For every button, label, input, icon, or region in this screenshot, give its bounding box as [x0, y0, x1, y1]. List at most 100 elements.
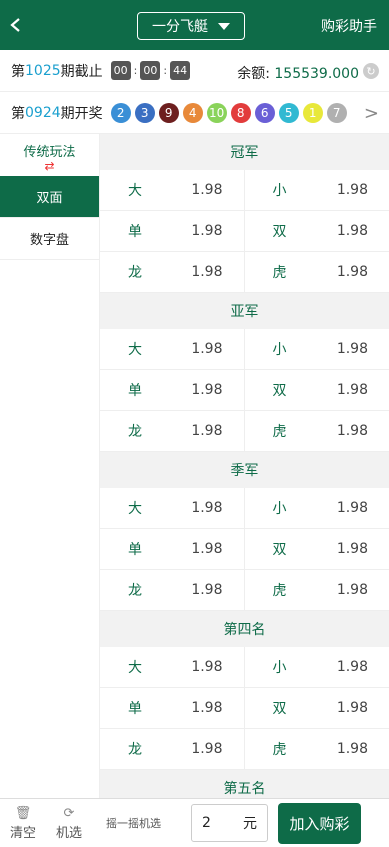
bet-option-name: 单: [128, 383, 142, 399]
bet-option-name: 小: [272, 342, 287, 358]
bet-option[interactable]: 双 1.98: [245, 688, 389, 728]
random-pick-button[interactable]: ⟳ 机选: [46, 806, 92, 841]
bet-option[interactable]: 虎 1.98: [245, 252, 389, 292]
bet-option[interactable]: 虎 1.98: [245, 729, 389, 769]
refresh-icon[interactable]: ↻: [363, 63, 379, 79]
betting-content: 传统玩法 ⇄ 双面 数字盘 冠军大 1.98 小 1.98 单 1.98 双 1.98 龙 1.9…: [0, 134, 389, 798]
bet-option-name: 双: [272, 224, 287, 240]
bet-option-odds: 1.98: [336, 659, 368, 675]
bet-option-name: 双: [272, 383, 287, 399]
sidebar-item-number-board[interactable]: 数字盘: [0, 218, 99, 260]
purchase-helper-link[interactable]: 购彩助手: [321, 16, 377, 36]
bet-option-name: 小: [272, 501, 287, 517]
shake-random-label[interactable]: 摇一摇机选: [106, 815, 191, 831]
bet-option[interactable]: 单 1.98: [100, 529, 245, 569]
bet-option[interactable]: 虎 1.98: [245, 570, 389, 610]
bet-option-odds: 1.98: [191, 223, 223, 239]
bet-option-odds: 1.98: [191, 264, 223, 280]
bet-option-odds: 1.98: [191, 500, 223, 516]
bet-option[interactable]: 大 1.98: [100, 329, 245, 369]
bet-option[interactable]: 大 1.98: [100, 647, 245, 687]
bet-option-odds: 1.98: [336, 423, 368, 439]
top-header: 一分飞艇 购彩助手: [0, 0, 389, 50]
section-title: 亚军: [100, 293, 389, 329]
bet-option-odds: 1.98: [191, 382, 223, 398]
bet-option[interactable]: 小 1.98: [245, 647, 389, 687]
bet-option-name: 单: [128, 224, 142, 240]
bet-option-odds: 1.98: [336, 264, 368, 280]
issue-bar: 第 1025 期截止 00 : 00 : 44 余额: 155539.000 ↻: [0, 50, 389, 92]
caret-down-icon: [218, 22, 230, 30]
balance-label: 余额:: [237, 66, 270, 82]
bet-option-name: 大: [128, 501, 142, 517]
bet-option[interactable]: 大 1.98: [100, 488, 245, 528]
bet-row: 大 1.98 小 1.98: [100, 329, 389, 370]
bet-option[interactable]: 龙 1.98: [100, 411, 245, 451]
bet-option-name: 大: [128, 660, 142, 676]
bet-option[interactable]: 龙 1.98: [100, 252, 245, 292]
bet-row: 单 1.98 双 1.98: [100, 211, 389, 252]
bet-option[interactable]: 双 1.98: [245, 370, 389, 410]
draw-ball: 4: [182, 102, 203, 123]
bet-option[interactable]: 小 1.98: [245, 329, 389, 369]
shuffle-icon: ⟳: [63, 805, 75, 821]
draw-prefix: 第: [11, 105, 25, 122]
bet-option[interactable]: 双 1.98: [245, 529, 389, 569]
balance: 余额: 155539.000: [237, 63, 359, 83]
bet-option[interactable]: 虎 1.98: [245, 411, 389, 451]
bet-option-name: 虎: [272, 742, 287, 758]
lottery-name: 一分飞艇: [152, 19, 208, 35]
amount-input[interactable]: 2 元: [191, 804, 268, 842]
bet-option-name: 小: [272, 183, 287, 199]
bet-option[interactable]: 单 1.98: [100, 688, 245, 728]
bet-row: 大 1.98 小 1.98: [100, 488, 389, 529]
last-draw-bar[interactable]: 第 0924 期开奖 2 3 9 4 10 8 6 5 1 7 >: [0, 92, 389, 134]
bet-option[interactable]: 龙 1.98: [100, 729, 245, 769]
bet-row: 龙 1.98 虎 1.98: [100, 570, 389, 611]
bet-option-odds: 1.98: [191, 659, 223, 675]
draw-ball: 10: [206, 102, 227, 123]
sidebar-item-two-sided[interactable]: 双面: [0, 176, 99, 218]
bet-option[interactable]: 单 1.98: [100, 211, 245, 251]
bet-option-odds: 1.98: [336, 223, 368, 239]
issue-prefix: 第: [11, 63, 25, 80]
bet-option-name: 双: [272, 701, 287, 717]
bet-option-name: 小: [272, 660, 287, 676]
bet-option-odds: 1.98: [336, 341, 368, 357]
chevron-right-icon[interactable]: >: [364, 103, 379, 124]
bet-row: 大 1.98 小 1.98: [100, 647, 389, 688]
draw-ball: 1: [302, 102, 323, 123]
bet-option-odds: 1.98: [336, 382, 368, 398]
bet-row: 单 1.98 双 1.98: [100, 370, 389, 411]
bet-option[interactable]: 龙 1.98: [100, 570, 245, 610]
section-title: 冠军: [100, 134, 389, 170]
issue-suffix: 期截止: [60, 63, 103, 80]
bet-option-odds: 1.98: [336, 700, 368, 716]
bet-option[interactable]: 小 1.98: [245, 488, 389, 528]
bet-option-name: 龙: [128, 583, 142, 599]
clear-button[interactable]: 🗑 清空: [0, 806, 46, 841]
bet-option-name: 双: [272, 542, 287, 558]
bet-option-name: 龙: [128, 265, 142, 281]
draw-balls: 2 3 9 4 10 8 6 5 1 7: [110, 102, 347, 123]
bet-option[interactable]: 小 1.98: [245, 170, 389, 210]
section-title: 第四名: [100, 611, 389, 647]
sidebar: 传统玩法 ⇄ 双面 数字盘: [0, 134, 100, 798]
sidebar-heading[interactable]: 传统玩法 ⇄: [0, 134, 99, 176]
add-to-cart-button[interactable]: 加入购彩: [278, 802, 361, 844]
back-icon[interactable]: [0, 0, 32, 50]
lottery-selector[interactable]: 一分飞艇: [137, 12, 245, 40]
bet-option[interactable]: 单 1.98: [100, 370, 245, 410]
draw-ball: 7: [326, 102, 347, 123]
bet-option-name: 虎: [272, 265, 287, 281]
bet-option[interactable]: 大 1.98: [100, 170, 245, 210]
amount-unit: 元: [243, 816, 257, 832]
bet-option[interactable]: 双 1.98: [245, 211, 389, 251]
draw-ball: 5: [278, 102, 299, 123]
timer-hours: 00: [110, 61, 131, 80]
draw-ball: 9: [158, 102, 179, 123]
bet-option-odds: 1.98: [336, 541, 368, 557]
bet-option-name: 单: [128, 701, 142, 717]
random-label: 机选: [55, 825, 82, 841]
bet-option-name: 龙: [128, 742, 142, 758]
